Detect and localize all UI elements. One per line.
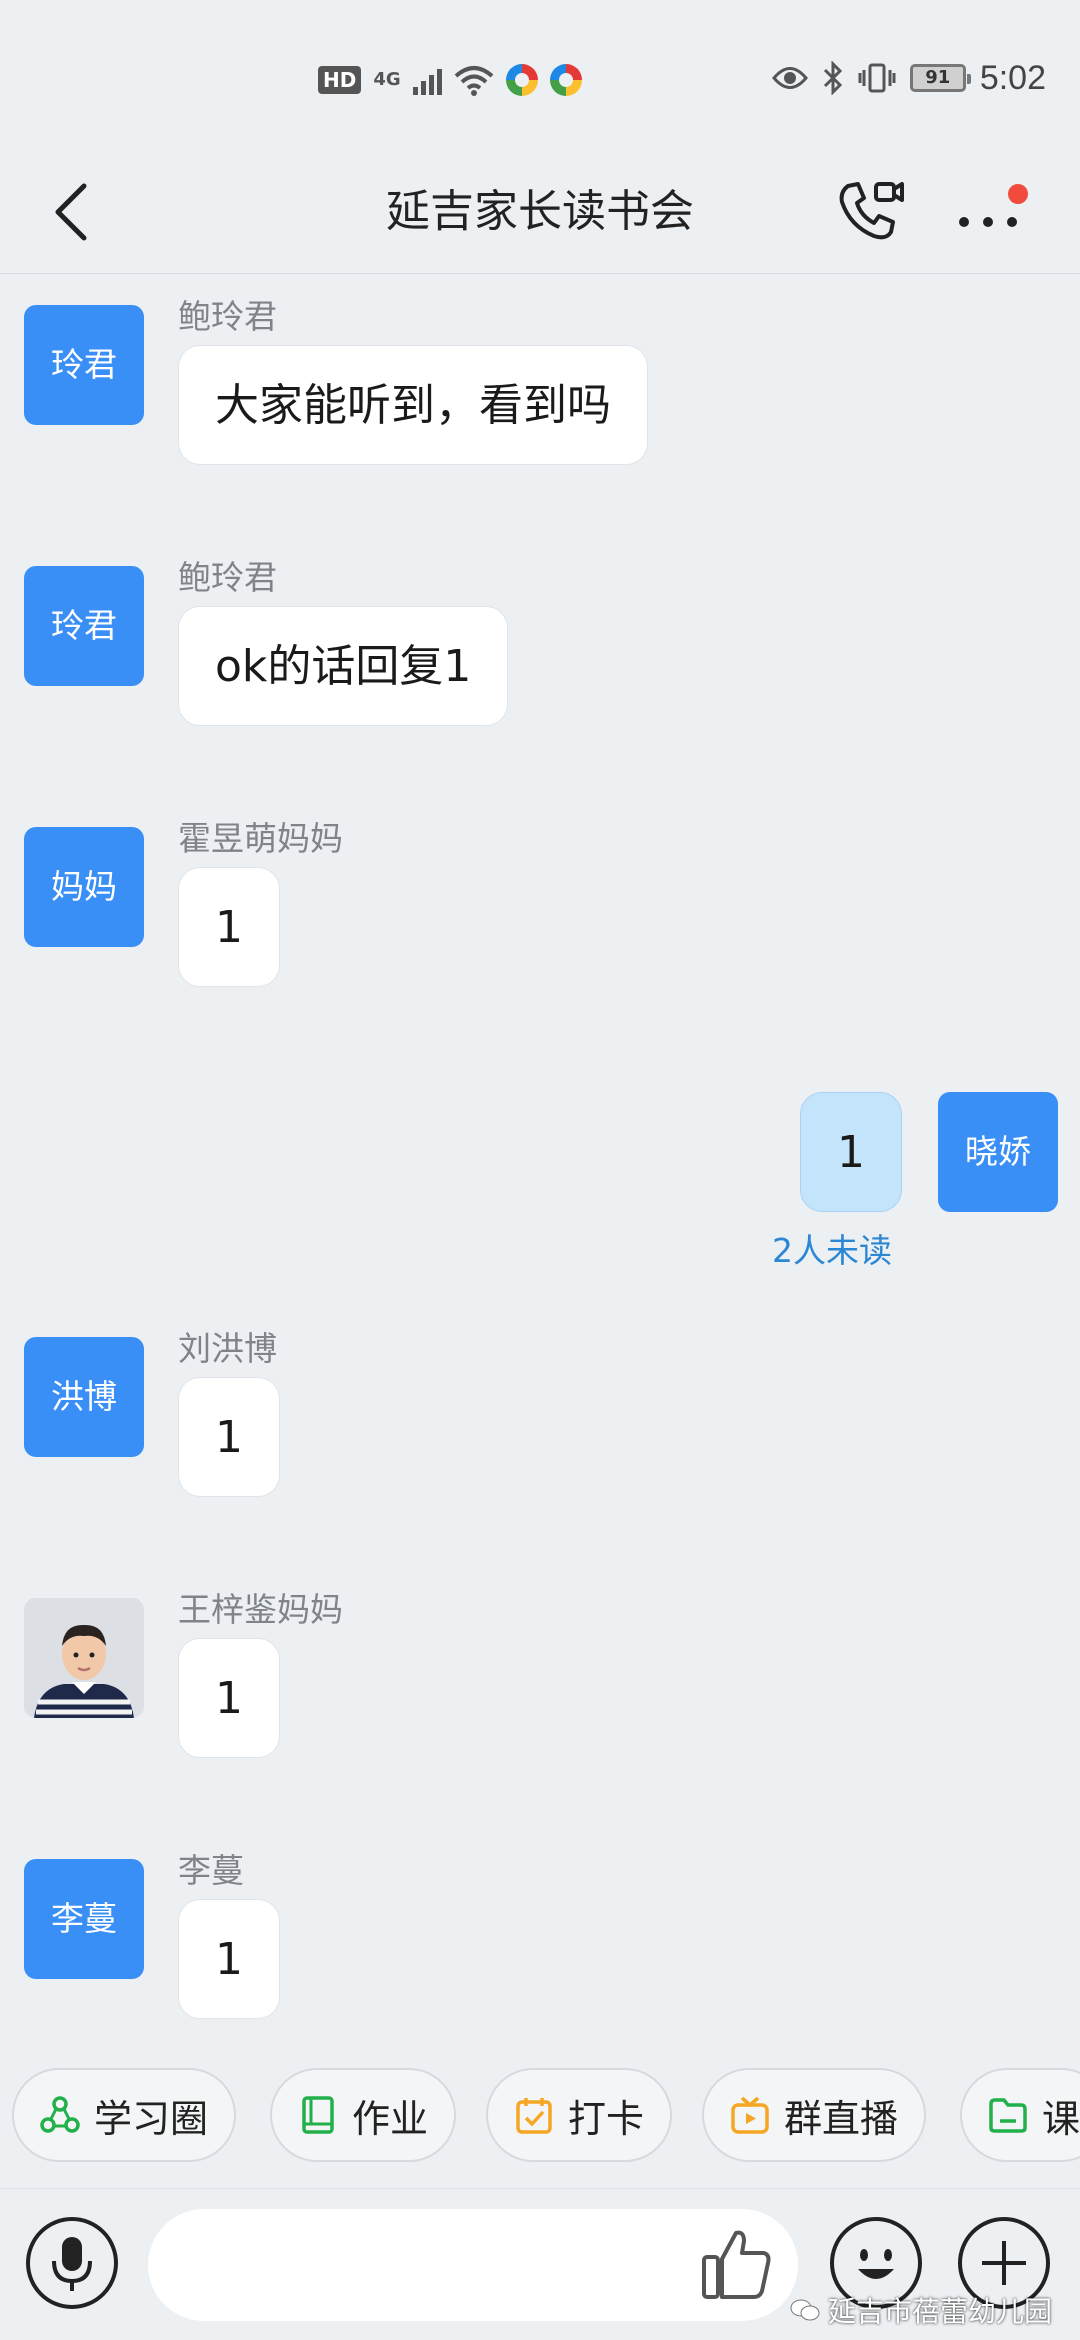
unread-status[interactable]: 2人未读 [772, 1224, 892, 1272]
clock: 5:02 [979, 58, 1046, 97]
chip-label: 作业 [352, 2096, 429, 2141]
quick-action-bar: 学习圈 作业 打卡 群直播 课 [0, 2068, 1080, 2166]
sender-name: 李蔓 [178, 1851, 244, 1890]
battery-indicator: 91 [909, 64, 971, 92]
folder-icon [989, 2098, 1027, 2133]
wechat-icon [790, 2299, 820, 2321]
thumbs-up-icon [702, 2230, 771, 2299]
message-bubble[interactable]: 1 [178, 1377, 280, 1497]
avatar[interactable]: 妈妈 [24, 827, 144, 947]
child-photo-avatar[interactable] [24, 1598, 144, 1718]
wifi-icon [454, 66, 493, 96]
like-button[interactable] [700, 2223, 774, 2303]
chip-label: 打卡 [568, 2096, 645, 2141]
message-bubble[interactable]: 1 [178, 1638, 280, 1758]
sender-name: 霍昱萌妈妈 [178, 819, 343, 858]
watermark-text: 延吉市蓓蕾幼儿园 [828, 2295, 1053, 2328]
watermark: 延吉市蓓蕾幼儿园 [790, 2290, 1052, 2330]
chip-checkin[interactable]: 打卡 [486, 2068, 673, 2162]
chip-group-live[interactable]: 群直播 [702, 2068, 927, 2162]
chip-homework[interactable]: 作业 [270, 2068, 457, 2162]
chat-header: 延吉家长读书会 [0, 150, 1080, 274]
own-avatar[interactable]: 晓娇 [938, 1092, 1058, 1212]
app-notification-icon [505, 64, 538, 96]
more-button[interactable] [950, 172, 1030, 252]
voice-button[interactable] [26, 2217, 118, 2309]
notification-dot [1008, 184, 1028, 204]
hd-badge: HD [318, 66, 362, 94]
chat-message-list[interactable]: 玲君 鲍玲君 大家能听到，看到吗 玲君 鲍玲君 ok的话回复1 妈妈 霍昱萌妈妈… [0, 275, 1080, 2055]
back-button[interactable] [44, 172, 104, 252]
sender-name: 王梓鉴妈妈 [178, 1590, 343, 1629]
sender-name: 鲍玲君 [178, 558, 277, 597]
status-left-icons: HD 4G [318, 58, 582, 102]
app-notification-icon [549, 64, 582, 96]
avatar[interactable]: 玲君 [24, 305, 144, 425]
page-title: 延吉家长读书会 [386, 186, 694, 237]
chip-study-circle[interactable]: 学习圈 [12, 2068, 237, 2162]
vibrate-icon [858, 63, 896, 93]
sender-name: 鲍玲君 [178, 297, 277, 336]
checkin-calendar-icon [516, 2098, 552, 2134]
network-type: 4G [373, 69, 401, 90]
call-button[interactable] [830, 172, 910, 252]
phone-video-icon [839, 182, 904, 240]
eye-icon [771, 67, 808, 89]
message-bubble[interactable]: 1 [178, 867, 280, 987]
live-tv-icon [731, 2096, 769, 2134]
sender-name: 刘洪博 [178, 1329, 277, 1368]
chip-course[interactable]: 课 [960, 2068, 1080, 2162]
message-bubble[interactable]: 大家能听到，看到吗 [178, 345, 648, 465]
avatar[interactable]: 李蔓 [24, 1859, 144, 1979]
chip-label: 学习圈 [94, 2096, 209, 2141]
message-bubble[interactable]: ok的话回复1 [178, 606, 509, 726]
study-circle-icon [40, 2096, 80, 2133]
child-photo-icon [24, 1598, 144, 1718]
chip-label: 群直播 [784, 2096, 899, 2141]
avatar[interactable]: 玲君 [24, 566, 144, 686]
message-bubble[interactable]: 1 [178, 1899, 280, 2019]
microphone-icon [52, 2237, 92, 2291]
bluetooth-icon [823, 61, 842, 95]
status-bar: HD 4G 91 5:02 [0, 0, 1080, 150]
chevron-left-icon [55, 183, 87, 241]
homework-book-icon [302, 2096, 334, 2134]
status-right-icons: 91 5:02 [771, 56, 1046, 100]
chip-label: 课 [1042, 2096, 1080, 2141]
signal-icon [412, 65, 442, 95]
own-message-bubble[interactable]: 1 [800, 1092, 902, 1212]
avatar[interactable]: 洪博 [24, 1337, 144, 1457]
